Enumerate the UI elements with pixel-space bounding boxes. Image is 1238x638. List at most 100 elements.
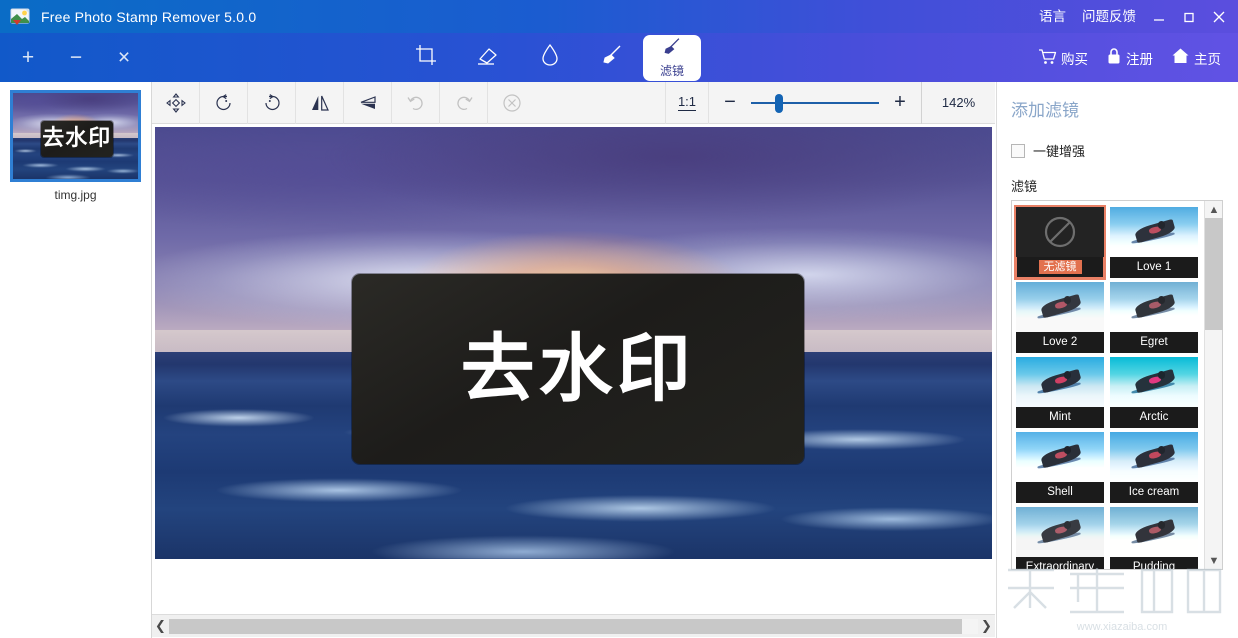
- snowboarder-preview: [1110, 432, 1198, 482]
- remove-image-button[interactable]: −: [65, 47, 87, 68]
- filter-name: Shell: [1016, 482, 1104, 503]
- tool-tabs: 滤镜: [395, 33, 701, 82]
- filter-brush-icon: [660, 37, 684, 61]
- hscroll-track[interactable]: [169, 619, 978, 634]
- vscroll-thumb[interactable]: [1205, 218, 1223, 330]
- canvas-area[interactable]: 去水印: [152, 124, 995, 614]
- image-thumbnail[interactable]: 去水印: [10, 90, 141, 182]
- application-window: Free Photo Stamp Remover 5.0.0 语言 问题反馈 +…: [0, 0, 1238, 638]
- filter-item[interactable]: Love 1: [1110, 207, 1198, 278]
- filters-grid[interactable]: 无滤镜 Love 1Love 2EgretMintArctic Shell Ice c…: [1012, 201, 1204, 569]
- rotate-left-icon[interactable]: [200, 82, 248, 124]
- snowboarder-preview: [1016, 357, 1104, 407]
- zoom-in-button[interactable]: +: [879, 82, 921, 124]
- snowboarder-preview: [1016, 507, 1104, 557]
- tab-brush[interactable]: [581, 33, 643, 82]
- filter-thumbnail: [1110, 207, 1198, 257]
- filters-container: 无滤镜 Love 1Love 2EgretMintArctic Shell Ice c…: [1011, 200, 1223, 570]
- tab-filter[interactable]: 滤镜: [643, 35, 701, 81]
- image-list-sidebar: 去水印 timg.jpg: [0, 82, 152, 638]
- canvas-image[interactable]: 去水印: [155, 127, 992, 559]
- filter-name: Ice cream: [1110, 482, 1198, 503]
- photo-watermark-box: 去水印: [352, 274, 804, 464]
- tab-eraser[interactable]: [457, 33, 519, 82]
- hscroll-thumb[interactable]: [169, 619, 962, 634]
- minimize-icon[interactable]: [1144, 0, 1174, 33]
- buy-label: 购买: [1061, 48, 1088, 68]
- title-bar-right: 语言 问题反馈: [1031, 0, 1238, 33]
- snowboarder-preview: [1016, 282, 1104, 332]
- filter-panel: 添加滤镜 一键增强 滤镜 无滤镜Love 1Love 2EgretMintArc…: [996, 82, 1238, 638]
- filters-vertical-scrollbar[interactable]: ▲ ▼: [1204, 201, 1222, 569]
- photo-app-icon: [10, 6, 32, 28]
- chevron-right-icon[interactable]: ❯: [978, 615, 995, 638]
- zoom-out-button[interactable]: −: [709, 82, 751, 124]
- ribbon-actions: 购买 注册 主页: [1031, 33, 1228, 82]
- filter-name: 无滤镜: [1016, 257, 1104, 278]
- filter-item[interactable]: Love 2: [1016, 282, 1104, 353]
- chevron-down-icon[interactable]: ▼: [1205, 552, 1223, 569]
- cancel-circle-icon: [488, 82, 536, 124]
- filter-name: Pudding: [1110, 557, 1198, 569]
- zoom-slider-track: [751, 102, 879, 104]
- image-list-controls: + − ×: [0, 33, 152, 82]
- filter-name: Extraordinary: [1016, 557, 1104, 569]
- chevron-up-icon[interactable]: ▲: [1205, 201, 1223, 218]
- filter-item[interactable]: Shell: [1016, 432, 1104, 503]
- tool-ribbon: + − ×: [0, 33, 1238, 82]
- feedback-link[interactable]: 问题反馈: [1074, 0, 1144, 33]
- buy-button[interactable]: 购买: [1031, 48, 1095, 68]
- language-menu[interactable]: 语言: [1031, 0, 1074, 33]
- filter-item[interactable]: Mint: [1016, 357, 1104, 428]
- enhance-checkbox-row[interactable]: 一键增强: [997, 121, 1238, 160]
- snowboarder-preview: [1110, 357, 1198, 407]
- move-icon[interactable]: [152, 82, 200, 124]
- paint-brush-icon: [599, 44, 625, 71]
- rotate-right-icon[interactable]: [248, 82, 296, 124]
- zoom-slider-thumb[interactable]: [775, 94, 783, 113]
- filter-item[interactable]: Extraordinary: [1016, 507, 1104, 569]
- filter-item[interactable]: 无滤镜: [1016, 207, 1104, 278]
- zoom-slider[interactable]: [751, 82, 879, 124]
- zoom-actual-size-button[interactable]: 1:1: [665, 82, 709, 124]
- filter-item[interactable]: Ice cream: [1110, 432, 1198, 503]
- snowboarder-preview: [1110, 207, 1198, 257]
- register-button[interactable]: 注册: [1099, 47, 1160, 68]
- filter-thumbnail: [1016, 507, 1104, 557]
- flip-vertical-icon[interactable]: [344, 82, 392, 124]
- shopping-cart-icon: [1038, 48, 1057, 68]
- chevron-left-icon[interactable]: ❮: [152, 615, 169, 638]
- filter-thumbnail: [1110, 432, 1198, 482]
- flip-horizontal-icon[interactable]: [296, 82, 344, 124]
- tab-crop[interactable]: [395, 33, 457, 82]
- snowboarder-preview: [1016, 432, 1104, 482]
- tab-filter-label: 滤镜: [660, 62, 684, 79]
- app-title: Free Photo Stamp Remover 5.0.0: [41, 9, 256, 25]
- home-icon: [1171, 47, 1190, 68]
- tab-blur[interactable]: [519, 33, 581, 82]
- close-icon[interactable]: [1204, 0, 1234, 33]
- home-label: 主页: [1194, 48, 1221, 68]
- add-image-button[interactable]: +: [17, 47, 39, 68]
- enhance-checkbox-label: 一键增强: [1033, 141, 1085, 160]
- filter-item[interactable]: Arctic: [1110, 357, 1198, 428]
- clear-images-button[interactable]: ×: [113, 47, 135, 68]
- filter-item[interactable]: Egret: [1110, 282, 1198, 353]
- thumb-watermark-text: 去水印: [42, 128, 111, 150]
- canvas-horizontal-scrollbar[interactable]: ❮ ❯: [152, 614, 995, 637]
- maximize-icon[interactable]: [1174, 0, 1204, 33]
- snowboarder-preview: [1110, 282, 1198, 332]
- filter-thumbnail: [1016, 282, 1104, 332]
- filter-item[interactable]: Pudding: [1110, 507, 1198, 569]
- lock-icon: [1106, 47, 1122, 68]
- filter-thumbnail: [1016, 432, 1104, 482]
- snowboarder-preview: [1110, 507, 1198, 557]
- home-button[interactable]: 主页: [1164, 47, 1228, 68]
- enhance-checkbox[interactable]: [1011, 144, 1025, 158]
- filter-thumbnail: [1110, 282, 1198, 332]
- photo-watermark-text: 去水印: [461, 332, 695, 406]
- undo-icon: [392, 82, 440, 124]
- no-filter-icon: [1016, 207, 1104, 257]
- list-item[interactable]: 去水印 timg.jpg: [10, 90, 141, 202]
- water-drop-icon: [540, 43, 560, 72]
